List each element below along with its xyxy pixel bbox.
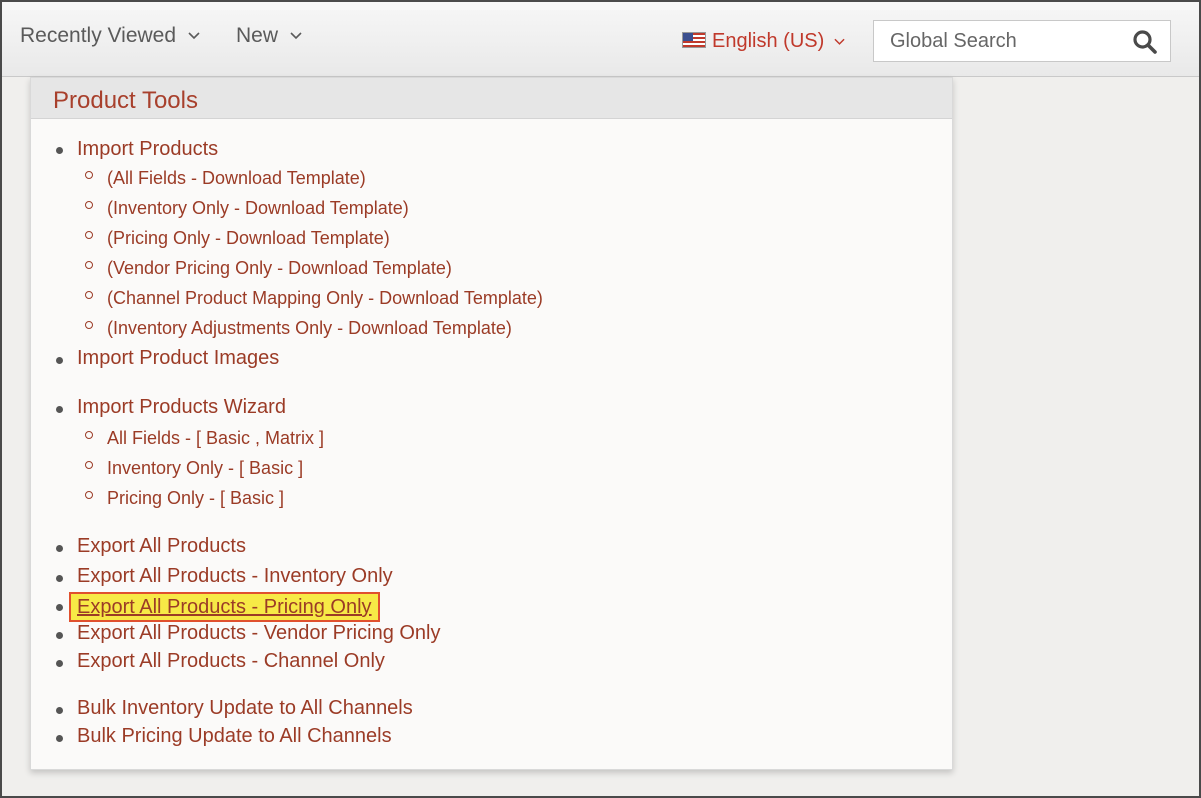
wizard-pricing-only-link[interactable]: Pricing Only - [ Basic ] (107, 486, 284, 510)
export-inventory-only-link[interactable]: Export All Products - Inventory Only (77, 564, 393, 588)
panel-header: Product Tools (31, 78, 952, 119)
chevron-down-icon (290, 32, 302, 40)
language-selector[interactable]: English (US) (682, 30, 845, 53)
export-channel-only-link[interactable]: Export All Products - Channel Only (77, 649, 385, 673)
bullet-icon (56, 357, 63, 364)
sub-bullet-icon (85, 261, 93, 269)
export-all-products-link[interactable]: Export All Products (77, 534, 246, 558)
inventory-only-template-link[interactable]: (Inventory Only - Download Template) (107, 196, 409, 220)
bullet-icon (56, 545, 63, 552)
export-vendor-pricing-only-link[interactable]: Export All Products - Vendor Pricing Onl… (77, 621, 441, 645)
sub-bullet-icon (85, 491, 93, 499)
pricing-only-template-link[interactable]: (Pricing Only - Download Template) (107, 226, 390, 250)
bullet-icon (56, 147, 63, 154)
language-label: English (US) (712, 30, 825, 52)
bullet-icon (56, 604, 63, 611)
bullet-icon (56, 575, 63, 582)
channel-mapping-template-link[interactable]: (Channel Product Mapping Only - Download… (107, 286, 543, 310)
bulk-pricing-update-link[interactable]: Bulk Pricing Update to All Channels (77, 724, 392, 748)
new-menu-label: New (236, 24, 279, 47)
global-search-input[interactable] (874, 21, 1140, 61)
sub-bullet-icon (85, 291, 93, 299)
sub-bullet-icon (85, 321, 93, 329)
bullet-icon (56, 406, 63, 413)
panel-title: Product Tools (53, 87, 198, 114)
recently-viewed-menu[interactable]: Recently Viewed (20, 24, 200, 48)
import-products-wizard-link[interactable]: Import Products Wizard (77, 395, 286, 419)
import-products-link[interactable]: Import Products (77, 137, 218, 161)
app-window: Recently Viewed New English (US) Global … (2, 2, 1199, 796)
export-pricing-only-link[interactable]: Export All Products - Pricing Only (69, 592, 380, 622)
recently-viewed-label: Recently Viewed (20, 24, 177, 47)
sub-bullet-icon (85, 461, 93, 469)
import-product-images-link[interactable]: Import Product Images (77, 346, 279, 370)
wizard-inventory-only-link[interactable]: Inventory Only - [ Basic ] (107, 456, 303, 480)
wizard-all-fields-link[interactable]: All Fields - [ Basic , Matrix ] (107, 426, 324, 450)
global-search-box (873, 20, 1171, 62)
chevron-down-icon (188, 32, 200, 40)
bullet-icon (56, 660, 63, 667)
top-navigation-bar: Recently Viewed New English (US) (2, 2, 1199, 77)
chevron-down-icon (834, 38, 845, 45)
sub-bullet-icon (85, 231, 93, 239)
bullet-icon (56, 707, 63, 714)
new-menu[interactable]: New (236, 24, 302, 48)
us-flag-icon (682, 32, 706, 48)
inventory-adjustments-template-link[interactable]: (Inventory Adjustments Only - Download T… (107, 316, 512, 340)
search-icon[interactable] (1132, 29, 1158, 55)
bullet-icon (56, 632, 63, 639)
sub-bullet-icon (85, 171, 93, 179)
bullet-icon (56, 735, 63, 742)
vendor-pricing-template-link[interactable]: (Vendor Pricing Only - Download Template… (107, 256, 452, 280)
sub-bullet-icon (85, 201, 93, 209)
product-tools-panel: Product Tools Import Products (All Field… (30, 77, 953, 770)
all-fields-template-link[interactable]: (All Fields - Download Template) (107, 166, 366, 190)
bulk-inventory-update-link[interactable]: Bulk Inventory Update to All Channels (77, 696, 413, 720)
sub-bullet-icon (85, 431, 93, 439)
